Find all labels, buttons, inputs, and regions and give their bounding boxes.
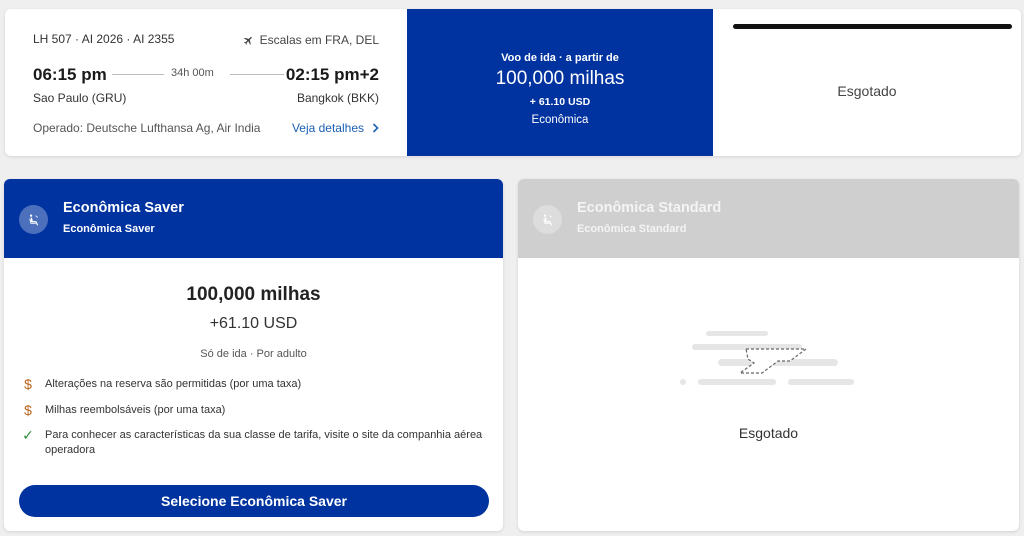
flight-duration: 34h 00m	[171, 67, 214, 79]
arrival-city: Bangkok (BKK)	[296, 91, 379, 105]
flight-numbers: LH 507 · AI 2026 · AI 2355	[33, 32, 175, 46]
saver-miles: 100,000 milhas	[186, 284, 321, 305]
arrival-time: 02:15 pm+2	[285, 65, 379, 84]
duration-line-right	[230, 74, 284, 75]
stops-info: Escalas em FRA, DEL	[243, 33, 379, 47]
sold-out-text: Esgotado	[837, 83, 897, 99]
departure-time: 06:15 pm	[33, 65, 107, 84]
plane-icon	[243, 36, 252, 45]
sold-out-bar	[733, 24, 1012, 29]
feature-item: $ Alterações na reserva são permitidas (…	[21, 377, 491, 392]
check-icon: ✓	[22, 427, 34, 443]
chevron-right-icon	[372, 123, 379, 133]
flight-info: LH 507 · AI 2026 · AI 2355 Escalas em FR…	[5, 9, 407, 156]
fare-label: Voo de ida · a partir de	[501, 52, 619, 64]
saver-card-title: Econômica Saver	[63, 200, 184, 216]
departure-city: Sao Paulo (GRU)	[33, 91, 127, 105]
saver-per-adult: Só de ida · Por adulto	[200, 348, 307, 360]
saver-fare-card: Econômica Saver Econômica Saver 100,000 …	[4, 179, 503, 531]
sold-out-plane-icon	[680, 331, 854, 385]
select-saver-button[interactable]: Selecione Econômica Saver	[19, 485, 489, 517]
dollar-icon: $	[24, 376, 32, 392]
stops-text: Escalas em FRA, DEL	[259, 33, 379, 47]
flight-card: LH 507 · AI 2026 · AI 2355 Escalas em FR…	[5, 9, 1021, 156]
feature-text: Milhas reembolsáveis (por uma taxa)	[45, 404, 226, 416]
standard-card-subtitle: Econômica Standard	[577, 223, 687, 235]
duration-line-left	[112, 74, 164, 75]
feature-item: ✓ Para conhecer as características da su…	[21, 428, 491, 458]
seat-icon	[19, 205, 48, 234]
saver-usd: +61.10 USD	[209, 315, 298, 332]
operated-by: Operado: Deutsche Lufthansa Ag, Air Indi…	[33, 121, 261, 135]
details-link-label: Veja detalhes	[291, 121, 364, 135]
fare-usd: + 61.10 USD	[529, 96, 591, 108]
fare-miles: 100,000 milhas	[495, 68, 625, 89]
standard-card-title: Econômica Standard	[577, 200, 722, 216]
saver-card-subtitle: Econômica Saver	[63, 223, 155, 235]
saver-card-header: Econômica Saver Econômica Saver	[4, 179, 503, 258]
seat-icon	[533, 205, 562, 234]
standard-fare-card: Econômica Standard Econômica Standard Es…	[518, 179, 1019, 531]
feature-item: $ Milhas reembolsáveis (por uma taxa)	[21, 403, 491, 418]
fare-summary-cell[interactable]: Voo de ida · a partir de 100,000 milhas …	[407, 9, 713, 156]
feature-text: Alterações na reserva são permitidas (po…	[45, 378, 302, 390]
standard-sold-out-text: Esgotado	[738, 425, 799, 441]
sold-out-cell: Esgotado	[713, 9, 1021, 156]
standard-card-header: Econômica Standard Econômica Standard	[518, 179, 1019, 258]
dollar-icon: $	[24, 402, 32, 418]
feature-text: Para conhecer as características da sua …	[45, 429, 483, 456]
details-link[interactable]: Veja detalhes	[292, 121, 379, 135]
fare-cabin: Econômica	[531, 114, 589, 126]
